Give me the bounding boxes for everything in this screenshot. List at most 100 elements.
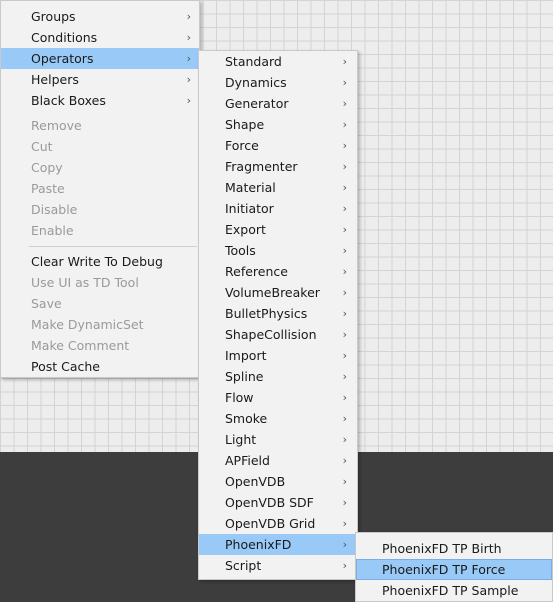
submenu-item-spline[interactable]: Spline › bbox=[199, 366, 357, 387]
menu-item-make-comment[interactable]: Make Comment bbox=[1, 335, 199, 356]
submenu-item-openvdb-grid[interactable]: OpenVDB Grid › bbox=[199, 513, 357, 534]
submenu-item-dynamics[interactable]: Dynamics › bbox=[199, 72, 357, 93]
menu-item-label: Initiator bbox=[225, 201, 274, 216]
menu-item-paste[interactable]: Paste bbox=[1, 178, 199, 199]
submenu-item-openvdb-sdf[interactable]: OpenVDB SDF › bbox=[199, 492, 357, 513]
context-menu-main: Groups › Conditions › Operators › Helper… bbox=[0, 0, 200, 378]
submenu-item-tools[interactable]: Tools › bbox=[199, 240, 357, 261]
chevron-right-icon: › bbox=[186, 73, 191, 86]
menu-item-disable[interactable]: Disable bbox=[1, 199, 199, 220]
menu-item-label: Fragmenter bbox=[225, 159, 298, 174]
submenu-item-material[interactable]: Material › bbox=[199, 177, 357, 198]
chevron-right-icon: › bbox=[342, 286, 347, 299]
menu-item-enable[interactable]: Enable bbox=[1, 220, 199, 241]
menu-item-label: Shape bbox=[225, 117, 265, 132]
menu-item-conditions[interactable]: Conditions › bbox=[1, 27, 199, 48]
submenu-item-generator[interactable]: Generator › bbox=[199, 93, 357, 114]
chevron-right-icon: › bbox=[342, 328, 347, 341]
submenu-item-export[interactable]: Export › bbox=[199, 219, 357, 240]
menu-item-operators[interactable]: Operators › bbox=[1, 48, 199, 69]
submenu-item-import[interactable]: Import › bbox=[199, 345, 357, 366]
submenu-item-light[interactable]: Light › bbox=[199, 429, 357, 450]
chevron-right-icon: › bbox=[342, 139, 347, 152]
menu-item-cut[interactable]: Cut bbox=[1, 136, 199, 157]
chevron-right-icon: › bbox=[342, 118, 347, 131]
chevron-right-icon: › bbox=[342, 538, 347, 551]
chevron-right-icon: › bbox=[186, 94, 191, 107]
submenu-item-smoke[interactable]: Smoke › bbox=[199, 408, 357, 429]
menu-item-groups[interactable]: Groups › bbox=[1, 6, 199, 27]
submenu-item-reference[interactable]: Reference › bbox=[199, 261, 357, 282]
chevron-right-icon: › bbox=[342, 244, 347, 257]
menu-item-helpers[interactable]: Helpers › bbox=[1, 69, 199, 90]
submenu-item-apfield[interactable]: APField › bbox=[199, 450, 357, 471]
menu-item-label: Standard bbox=[225, 54, 282, 69]
context-menu-operators: Standard › Dynamics › Generator › Shape › Fo… bbox=[198, 50, 358, 580]
submenu-item-standard[interactable]: Standard › bbox=[199, 51, 357, 72]
menu-item-label: Import bbox=[225, 348, 267, 363]
submenu-item-force[interactable]: Force › bbox=[199, 135, 357, 156]
menu-item-label: Export bbox=[225, 222, 266, 237]
submenu-item-phoenixfd[interactable]: PhoenixFD › bbox=[199, 534, 357, 555]
chevron-right-icon: › bbox=[186, 52, 191, 65]
menu-item-label: OpenVDB bbox=[225, 474, 286, 489]
submenu-item-shape[interactable]: Shape › bbox=[199, 114, 357, 135]
submenu-item-flow[interactable]: Flow › bbox=[199, 387, 357, 408]
chevron-right-icon: › bbox=[342, 475, 347, 488]
menu-item-label: Script bbox=[225, 558, 262, 573]
chevron-right-icon: › bbox=[342, 496, 347, 509]
menu-item-label: ShapeCollision bbox=[225, 327, 317, 342]
menu-item-use-ui-as-td-tool[interactable]: Use UI as TD Tool bbox=[1, 272, 199, 293]
menu-item-save[interactable]: Save bbox=[1, 293, 199, 314]
context-menu-phoenixfd: PhoenixFD TP Birth PhoenixFD TP Force Ph… bbox=[355, 532, 553, 602]
menu-item-copy[interactable]: Copy bbox=[1, 157, 199, 178]
menu-item-label: Light bbox=[225, 432, 257, 447]
chevron-right-icon: › bbox=[342, 370, 347, 383]
submenu-item-openvdb[interactable]: OpenVDB › bbox=[199, 471, 357, 492]
submenu-item-volumebreaker[interactable]: VolumeBreaker › bbox=[199, 282, 357, 303]
menu-item-black-boxes[interactable]: Black Boxes › bbox=[1, 90, 199, 111]
chevron-right-icon: › bbox=[342, 76, 347, 89]
chevron-right-icon: › bbox=[342, 349, 347, 362]
chevron-right-icon: › bbox=[342, 202, 347, 215]
chevron-right-icon: › bbox=[342, 559, 347, 572]
menu-item-label: Reference bbox=[225, 264, 288, 279]
submenu-item-fragmenter[interactable]: Fragmenter › bbox=[199, 156, 357, 177]
menu-item-label: Spline bbox=[225, 369, 264, 384]
chevron-right-icon: › bbox=[342, 181, 347, 194]
menu-separator bbox=[29, 246, 197, 247]
submenu-item-initiator[interactable]: Initiator › bbox=[199, 198, 357, 219]
submenu-item-script[interactable]: Script › bbox=[199, 555, 357, 576]
menu-item-label: BulletPhysics bbox=[225, 306, 308, 321]
chevron-right-icon: › bbox=[342, 391, 347, 404]
submenu-item-phoenixfd-tp-sample[interactable]: PhoenixFD TP Sample bbox=[356, 580, 552, 601]
submenu-item-bulletphysics[interactable]: BulletPhysics › bbox=[199, 303, 357, 324]
chevron-right-icon: › bbox=[342, 223, 347, 236]
chevron-right-icon: › bbox=[342, 55, 347, 68]
menu-item-clear-write-to-debug[interactable]: Clear Write To Debug bbox=[1, 251, 199, 272]
menu-item-label: Smoke bbox=[225, 411, 268, 426]
submenu-item-phoenixfd-tp-birth[interactable]: PhoenixFD TP Birth bbox=[356, 538, 552, 559]
chevron-right-icon: › bbox=[342, 307, 347, 320]
menu-item-remove[interactable]: Remove bbox=[1, 115, 199, 136]
menu-item-label: Tools bbox=[225, 243, 256, 258]
chevron-right-icon: › bbox=[186, 10, 191, 23]
menu-item-label: Black Boxes bbox=[31, 93, 106, 108]
menu-item-label: Conditions bbox=[31, 30, 98, 45]
chevron-right-icon: › bbox=[186, 31, 191, 44]
chevron-right-icon: › bbox=[342, 265, 347, 278]
menu-item-label: Operators bbox=[31, 51, 94, 66]
menu-item-label: Material bbox=[225, 180, 276, 195]
menu-item-post-cache[interactable]: Post Cache bbox=[1, 356, 199, 377]
menu-item-make-dynamicset[interactable]: Make DynamicSet bbox=[1, 314, 199, 335]
chevron-right-icon: › bbox=[342, 433, 347, 446]
submenu-item-shapecollision[interactable]: ShapeCollision › bbox=[199, 324, 357, 345]
chevron-right-icon: › bbox=[342, 160, 347, 173]
menu-item-label: OpenVDB Grid bbox=[225, 516, 316, 531]
submenu-item-phoenixfd-tp-force[interactable]: PhoenixFD TP Force bbox=[356, 559, 552, 580]
menu-item-label: Groups bbox=[31, 9, 76, 24]
menu-item-label: Generator bbox=[225, 96, 289, 111]
menu-item-label: Helpers bbox=[31, 72, 79, 87]
chevron-right-icon: › bbox=[342, 517, 347, 530]
chevron-right-icon: › bbox=[342, 97, 347, 110]
